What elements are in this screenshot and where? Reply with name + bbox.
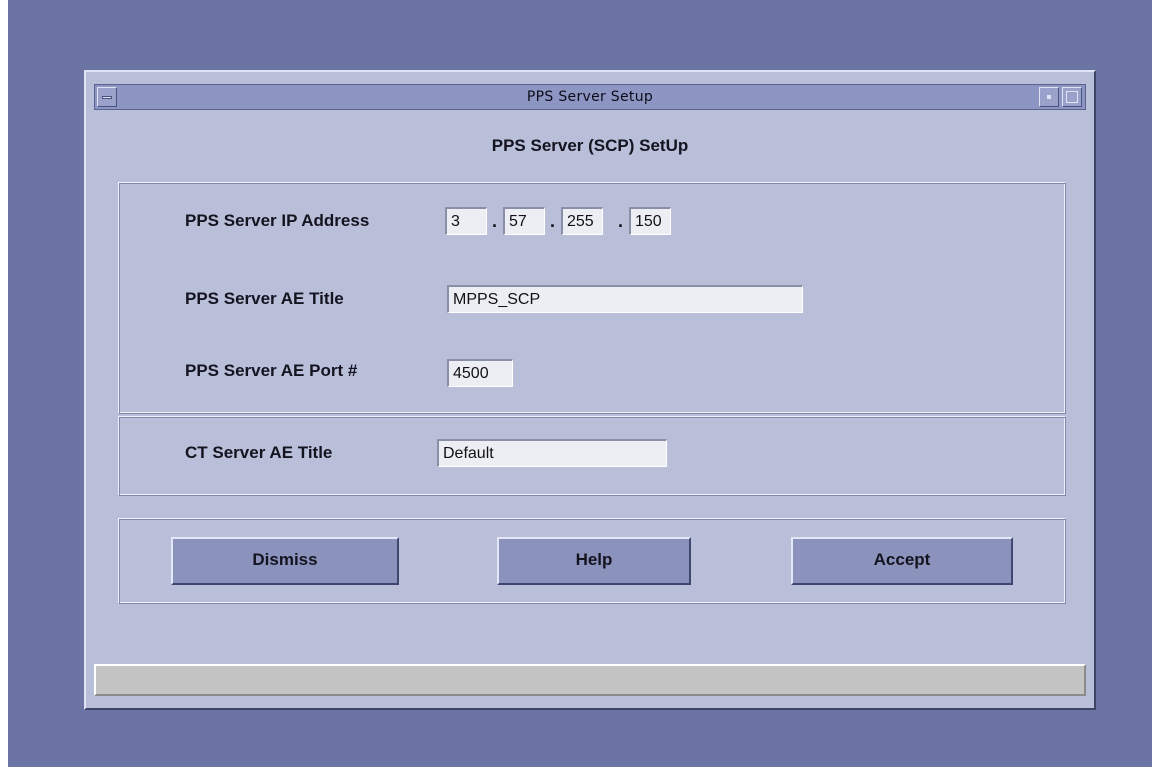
- desktop: PPS Server Setup PPS Server (SCP) SetUp …: [8, 0, 1152, 767]
- ip-address-label: PPS Server IP Address: [185, 211, 370, 230]
- status-bar: [94, 664, 1086, 696]
- maximize-icon[interactable]: [1062, 87, 1082, 107]
- ae-port-field[interactable]: 4500: [447, 359, 513, 387]
- accept-button[interactable]: Accept: [791, 537, 1013, 585]
- ae-port-label: PPS Server AE Port #: [185, 361, 358, 380]
- ip-octet-1-field[interactable]: 3: [445, 207, 487, 235]
- ip-octet-4-field[interactable]: 150: [629, 207, 671, 235]
- minimize-icon[interactable]: [1039, 87, 1059, 107]
- ip-separator: .: [550, 211, 556, 231]
- ae-title-label: PPS Server AE Title: [185, 289, 344, 308]
- ip-separator: .: [492, 211, 498, 231]
- ae-title-field[interactable]: MPPS_SCP: [447, 285, 803, 313]
- window-title: PPS Server Setup: [526, 89, 654, 105]
- pps-server-group: PPS Server IP Address 3 . 57 . 255 . 150…: [118, 182, 1066, 414]
- ip-octet-3-field[interactable]: 255: [561, 207, 603, 235]
- ip-separator: .: [618, 211, 624, 231]
- dialog-heading: PPS Server (SCP) SetUp: [491, 136, 689, 155]
- dialog-window: PPS Server Setup PPS Server (SCP) SetUp …: [84, 70, 1096, 710]
- button-bar: Dismiss Help Accept: [118, 518, 1066, 604]
- title-bar[interactable]: PPS Server Setup: [94, 84, 1086, 110]
- ct-server-group: CT Server AE Title Default: [118, 416, 1066, 496]
- dismiss-button[interactable]: Dismiss: [171, 537, 399, 585]
- help-button[interactable]: Help: [497, 537, 691, 585]
- ip-octet-2-field[interactable]: 57: [503, 207, 545, 235]
- ct-ae-title-field[interactable]: Default: [437, 439, 667, 467]
- ct-ae-title-label: CT Server AE Title: [185, 443, 333, 462]
